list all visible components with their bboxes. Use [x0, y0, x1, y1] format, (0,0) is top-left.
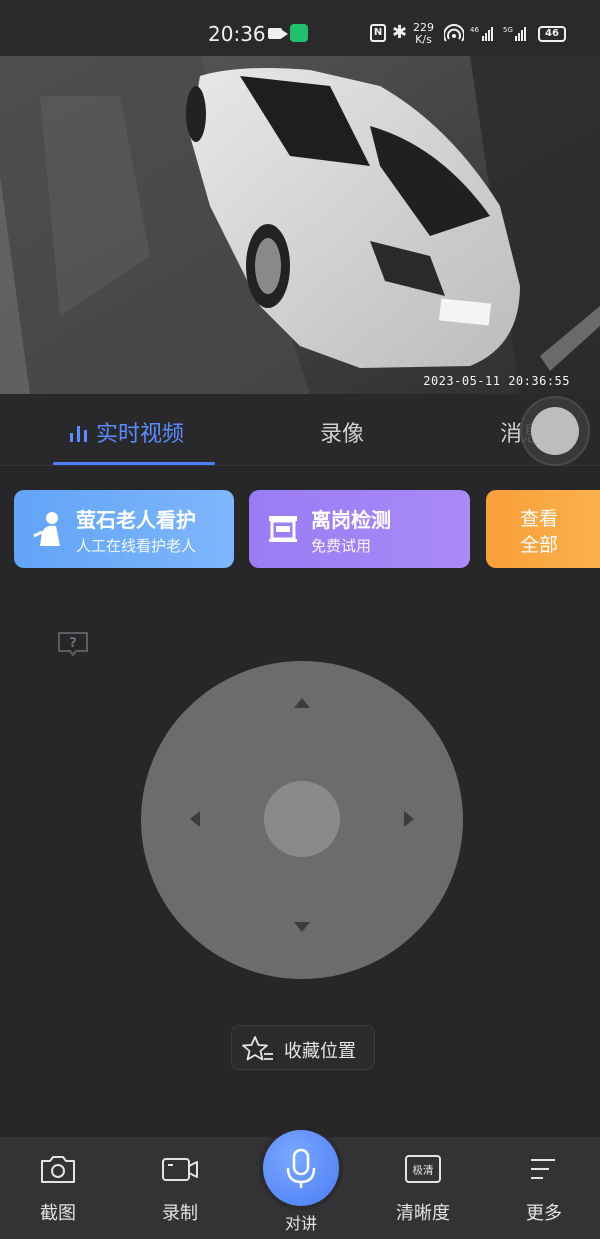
live-video-feed[interactable]: 2023-05-11 20:36:55 — [0, 56, 600, 394]
booth-icon — [269, 516, 297, 542]
talk-label: 对讲 — [284, 1214, 317, 1233]
network-speed: 229 K/s — [413, 21, 434, 46]
status-bar: 20:36 N ✱ 229 K/s 46 5G 46 — [0, 0, 600, 56]
hotspot-icon — [444, 24, 464, 42]
card-elder-care-title: 萤石老人看护 — [76, 508, 196, 532]
card-absence-detection-title: 离岗检测 — [311, 508, 391, 532]
favorite-position-button[interactable]: 收藏位置 — [231, 1025, 375, 1070]
card-absence-detection-subtitle: 免费试用 — [311, 537, 372, 555]
nfc-icon: N — [370, 24, 386, 42]
tab-recordings[interactable]: 录像 — [320, 416, 364, 448]
svg-text:46: 46 — [470, 26, 479, 34]
floating-button-core — [531, 407, 579, 455]
bluetooth-icon: ✱ — [392, 22, 408, 43]
app-notification-icon — [290, 24, 308, 42]
joystick-center-knob[interactable] — [264, 781, 340, 857]
menu-icon — [531, 1159, 555, 1179]
floating-assistive-button[interactable] — [520, 396, 590, 466]
card-absence-detection[interactable]: 离岗检测 免费试用 — [249, 490, 470, 568]
tab-bar: 实时视频 录像 消息 — [0, 394, 600, 466]
status-time: 20:36 — [208, 22, 266, 46]
card-view-all[interactable]: 查看 全部 — [486, 490, 600, 568]
talk-button[interactable] — [263, 1130, 339, 1206]
svg-text:极清: 极清 — [413, 1164, 434, 1177]
record-button[interactable]: 录制 — [130, 1137, 230, 1239]
more-label: 更多 — [526, 1203, 562, 1224]
bar-chart-icon — [70, 426, 87, 442]
signal-icon-2: 5G — [503, 26, 526, 41]
tab-live-video[interactable]: 实时视频 — [68, 416, 184, 448]
record-label: 录制 — [162, 1203, 198, 1224]
card-view-all-line2: 全部 — [520, 534, 559, 556]
favorite-position-label: 收藏位置 — [284, 1041, 356, 1062]
ptz-joystick[interactable] — [140, 660, 464, 980]
active-tab-indicator — [53, 462, 215, 465]
star-list-icon — [242, 1036, 273, 1061]
video-timestamp: 2023-05-11 20:36:55 — [423, 374, 570, 388]
question-icon[interactable]: ? — [56, 630, 90, 658]
card-elder-care[interactable]: 萤石老人看护 人工在线看护老人 — [14, 490, 234, 568]
screenshot-label: 截图 — [40, 1203, 76, 1224]
svg-text:5G: 5G — [503, 26, 513, 34]
video-record-icon — [162, 1158, 198, 1181]
quality-label: 清晰度 — [396, 1203, 450, 1224]
card-elder-care-subtitle: 人工在线看护老人 — [76, 537, 197, 555]
mic-icon — [286, 1148, 316, 1188]
battery-icon: 46 — [538, 26, 566, 42]
screenshot-button[interactable]: 截图 — [8, 1137, 108, 1239]
camera-recording-icon — [268, 28, 288, 39]
tab-live-video-label: 实时视频 — [96, 422, 185, 447]
more-button[interactable]: 更多 — [494, 1137, 594, 1239]
svg-text:?: ? — [69, 636, 77, 651]
signal-icon-1: 46 — [470, 26, 493, 41]
elder-care-icon — [33, 512, 60, 546]
video-frame — [0, 56, 600, 394]
quality-icon: 极清 — [405, 1155, 441, 1183]
quality-button[interactable]: 极清 清晰度 — [373, 1137, 473, 1239]
camera-icon — [41, 1156, 75, 1183]
card-view-all-line1: 查看 — [520, 508, 559, 530]
